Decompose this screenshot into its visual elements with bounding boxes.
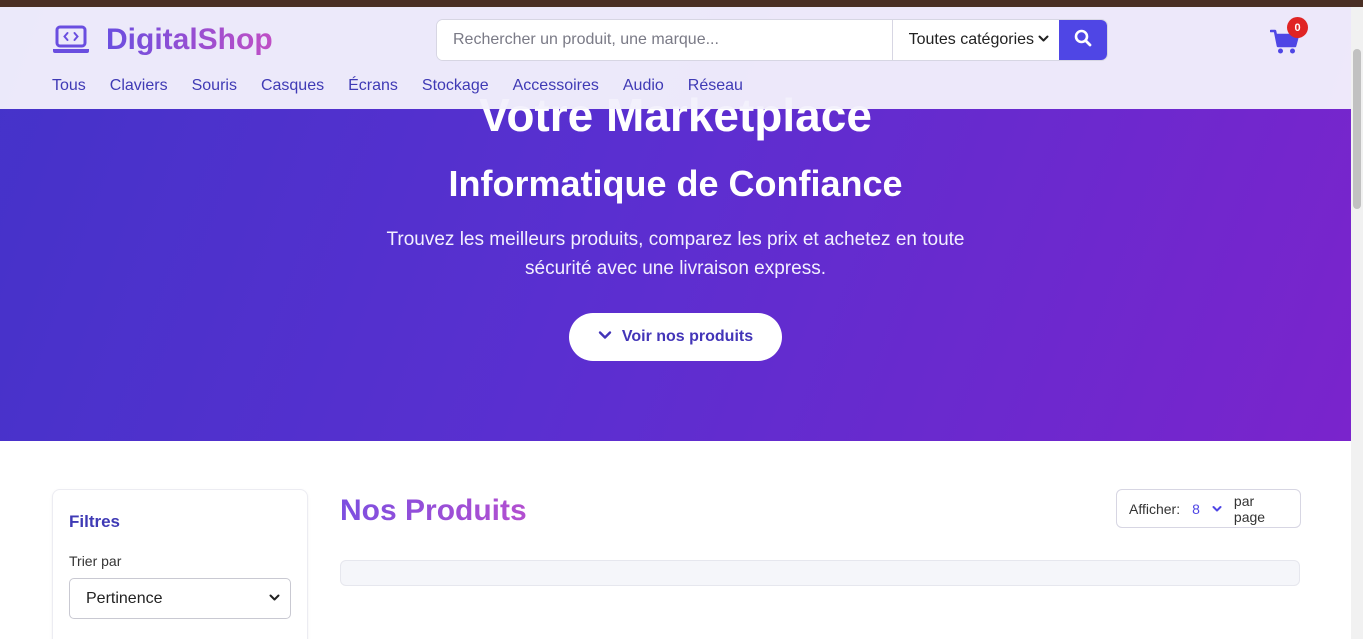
site-header: DigitalShop Toutes catégories 0 To xyxy=(0,7,1351,109)
search-icon xyxy=(1074,29,1092,52)
per-page-label: Afficher: xyxy=(1129,500,1181,517)
cart-button[interactable]: 0 xyxy=(1269,17,1308,59)
category-selected-value: Toutes catégories xyxy=(908,31,1035,48)
nav-item-casques[interactable]: Casques xyxy=(261,75,324,97)
laptop-code-icon xyxy=(52,25,90,55)
sort-label: Trier par xyxy=(69,553,122,569)
per-page-suffix: par page xyxy=(1233,492,1266,525)
shopping-cart-icon xyxy=(1269,29,1300,59)
browser-top-strip xyxy=(0,0,1363,7)
nav-item-audio[interactable]: Audio xyxy=(623,75,664,97)
filters-title: Filtres xyxy=(69,512,121,531)
cart-count-badge: 0 xyxy=(1287,17,1308,38)
category-nav: Tous Claviers Souris Casques Écrans Stoc… xyxy=(52,75,767,97)
nav-item-stockage[interactable]: Stockage xyxy=(422,75,489,97)
search-input[interactable] xyxy=(437,20,892,60)
nav-item-reseau[interactable]: Réseau xyxy=(688,75,743,97)
products-toolbar xyxy=(340,560,1300,586)
nav-item-souris[interactable]: Souris xyxy=(192,75,237,97)
search-button[interactable] xyxy=(1059,20,1107,60)
per-page-select[interactable]: 8 xyxy=(1192,501,1222,517)
per-page-control: Afficher: 8 par page xyxy=(1116,489,1301,528)
view-products-button[interactable]: Voir nos produits xyxy=(569,313,782,361)
nav-item-ecrans[interactable]: Écrans xyxy=(348,75,398,97)
sort-selected-value: Pertinence xyxy=(86,589,163,607)
hero-description: Trouvez les meilleurs produits, comparez… xyxy=(386,229,965,279)
chevron-down-icon xyxy=(269,590,280,608)
brand-logo[interactable]: DigitalShop xyxy=(52,20,273,60)
hero-subtitle-heading: Informatique de Confiance xyxy=(448,163,903,204)
products-title: Nos Produits xyxy=(340,491,527,531)
chevron-down-icon xyxy=(1212,501,1222,517)
scrollbar-thumb[interactable] xyxy=(1353,49,1361,209)
view-products-label: Voir nos produits xyxy=(621,328,754,345)
per-page-value: 8 xyxy=(1192,500,1200,517)
nav-item-claviers[interactable]: Claviers xyxy=(110,75,168,97)
chevron-down-icon xyxy=(1038,31,1049,49)
chevron-down-icon xyxy=(598,328,612,347)
nav-item-tous[interactable]: Tous xyxy=(52,75,86,97)
brand-name: DigitalShop xyxy=(106,20,273,60)
sort-select[interactable]: Pertinence xyxy=(69,578,291,619)
nav-item-accessoires[interactable]: Accessoires xyxy=(513,75,599,97)
page-scrollbar[interactable] xyxy=(1351,7,1363,639)
search-bar: Toutes catégories xyxy=(436,19,1108,61)
category-select[interactable]: Toutes catégories xyxy=(891,20,1060,60)
filters-panel: Filtres Trier par Pertinence xyxy=(52,489,308,639)
